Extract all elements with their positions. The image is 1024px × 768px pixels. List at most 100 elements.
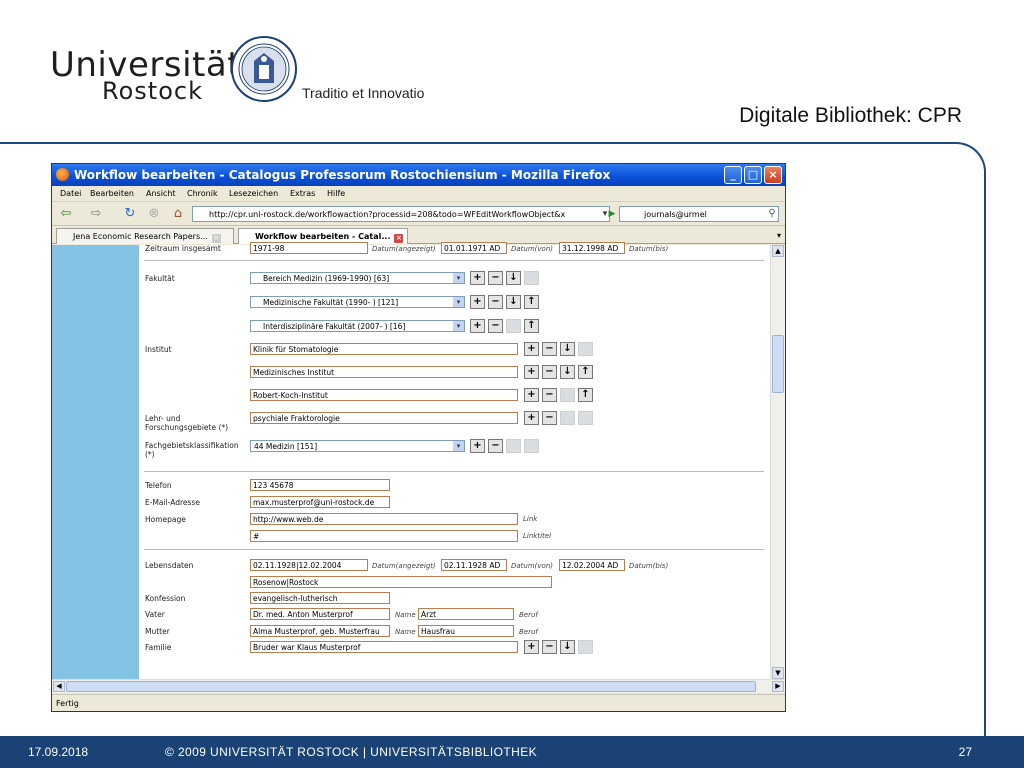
add-button[interactable]: + [470,271,485,285]
footer-copyright: © 2009 UNIVERSITÄT ROSTOCK | UNIVERSITÄT… [165,745,538,759]
menu-chronik[interactable]: Chronik [187,189,218,198]
menu-bar: Datei Bearbeiten Ansicht Chronik Lesezei… [52,186,785,202]
homepage-label: Homepage [145,515,186,524]
tab-close-icon[interactable]: × [211,234,221,243]
move-up-disabled [524,271,539,285]
menu-lesezeichen[interactable]: Lesezeichen [229,189,278,198]
institut-field-3[interactable]: Robert-Koch-Institut [250,389,518,401]
zeitraum-bis-field[interactable]: 31.12.1998 AD [559,242,625,254]
tab-close-icon[interactable]: × [394,234,404,243]
mutter-beruf-field[interactable]: Hausfrau [418,625,514,637]
slide-footer: 17.09.2018 © 2009 UNIVERSITÄT ROSTOCK | … [0,736,1024,768]
tab-list-icon[interactable]: ▾ [777,231,781,240]
move-up-button[interactable]: ↑ [524,319,539,333]
menu-bearbeiten[interactable]: Bearbeiten [90,189,134,198]
tab-bar: Jena Economic Research Papers... × Workfl… [52,226,785,244]
remove-button[interactable]: − [542,388,557,402]
remove-button[interactable]: − [488,295,503,309]
add-button[interactable]: + [470,439,485,453]
remove-button[interactable]: − [488,319,503,333]
move-up-button[interactable]: ↑ [524,295,539,309]
status-bar: Fertig [52,694,785,711]
menu-extras[interactable]: Extras [290,189,315,198]
remove-button[interactable]: − [542,411,557,425]
tab-jena-economic[interactable]: Jena Economic Research Papers... × [56,228,234,244]
lehr-field[interactable]: psychiale Fraktorologie [250,412,518,424]
move-up-disabled [578,640,593,654]
add-button[interactable]: + [524,342,539,356]
scroll-up-icon[interactable]: ▲ [772,245,784,257]
move-down-button[interactable]: ↓ [560,342,575,356]
zeitraum-von-field[interactable]: 01.01.1971 AD [441,242,507,254]
scroll-thumb[interactable] [772,335,784,393]
horizontal-scrollbar[interactable]: ◀ ▶ [52,679,785,693]
add-button[interactable]: + [524,411,539,425]
lebensdaten-bis-field[interactable]: 12.02.2004 AD [559,559,625,571]
search-icon[interactable]: ⚲ [764,206,780,222]
mutter-name-field[interactable]: Alma Musterprof, geb. Musterfrau [250,625,390,637]
remove-button[interactable]: − [542,640,557,654]
lebensorte-field[interactable]: Rosenow|Rostock [250,576,552,588]
move-down-button[interactable]: ↓ [560,640,575,654]
scroll-right-icon[interactable]: ▶ [772,681,784,692]
move-down-button[interactable]: ↓ [560,365,575,379]
footer-date: 17.09.2018 [28,745,89,759]
home-icon[interactable]: ⌂ [170,206,186,222]
fach-select[interactable]: 44 Medizin [151] ▾ [250,440,465,452]
tab-label: Jena Economic Research Papers... [73,232,208,241]
scroll-left-icon[interactable]: ◀ [53,681,65,692]
scroll-down-icon[interactable]: ▼ [772,667,784,679]
forward-icon[interactable]: ⇨ [88,206,104,222]
fakultaet-select-1[interactable]: Bereich Medizin (1969-1990) [63] ▾ [250,272,465,284]
fakultaet-select-2[interactable]: Medizinische Fakultät (1990- ) [121] ▾ [250,296,465,308]
scroll-thumb-horizontal[interactable] [66,681,756,692]
remove-button[interactable]: − [488,439,503,453]
remove-button[interactable]: − [542,365,557,379]
vertical-scrollbar[interactable]: ▲ ▼ [770,245,785,679]
move-down-button[interactable]: ↓ [506,295,521,309]
close-window-button[interactable]: × [764,166,782,184]
go-icon[interactable]: ▶ [604,206,620,222]
homepage-title-field[interactable]: # [250,530,518,542]
menu-datei[interactable]: Datei [60,189,81,198]
fakultaet-select-3[interactable]: Interdisziplinäre Fakultät (2007- ) [16]… [250,320,465,332]
add-button[interactable]: + [524,365,539,379]
add-button[interactable]: + [524,388,539,402]
institut-field-2[interactable]: Medizinisches Institut [250,366,518,378]
remove-button[interactable]: − [488,271,503,285]
menu-ansicht[interactable]: Ansicht [146,189,176,198]
link-label: Link [523,515,538,523]
move-up-button[interactable]: ↑ [578,388,593,402]
remove-button[interactable]: − [542,342,557,356]
url-bar[interactable]: http://cpr.uni-rostock.de/workflowaction… [192,206,610,222]
move-down-button[interactable]: ↓ [506,271,521,285]
vater-name-field[interactable]: Dr. med. Anton Musterprof [250,608,390,620]
add-button[interactable]: + [470,295,485,309]
familie-field[interactable]: Bruder war Klaus Musterprof [250,641,518,653]
status-text: Fertig [56,699,79,708]
lebensdaten-field[interactable]: 02.11.1928|12.02.2004 [250,559,368,571]
homepage-url-field[interactable]: http://www.web.de [250,513,518,525]
reload-icon[interactable]: ↻ [122,206,138,222]
minimize-button[interactable]: _ [724,166,742,184]
move-down-disabled [560,411,575,425]
stop-icon[interactable]: ⊗ [146,206,162,222]
tab-label: Workflow bearbeiten - Catal... [255,232,391,241]
section-divider [144,260,764,261]
search-input[interactable]: journals@urmel [619,206,779,222]
telefon-field[interactable]: 123 45678 [250,479,390,491]
lebensdaten-von-field[interactable]: 02.11.1928 AD [441,559,507,571]
maximize-button[interactable]: □ [744,166,762,184]
menu-hilfe[interactable]: Hilfe [327,189,345,198]
add-button[interactable]: + [470,319,485,333]
konfession-field[interactable]: evangelisch-lutherisch [250,592,390,604]
datum-bis-label: Datum(bis) [629,245,669,253]
move-up-button[interactable]: ↑ [578,365,593,379]
zeitraum-field[interactable]: 1971-98 [250,242,368,254]
add-button[interactable]: + [524,640,539,654]
vater-beruf-field[interactable]: Arzt [418,608,514,620]
institut-field-1[interactable]: Klinik für Stomatologie [250,343,518,355]
back-icon[interactable]: ⇦ [58,206,74,222]
email-label: E-Mail-Adresse [145,498,200,507]
email-field[interactable]: max.musterprof@uni-rostock.de [250,496,390,508]
